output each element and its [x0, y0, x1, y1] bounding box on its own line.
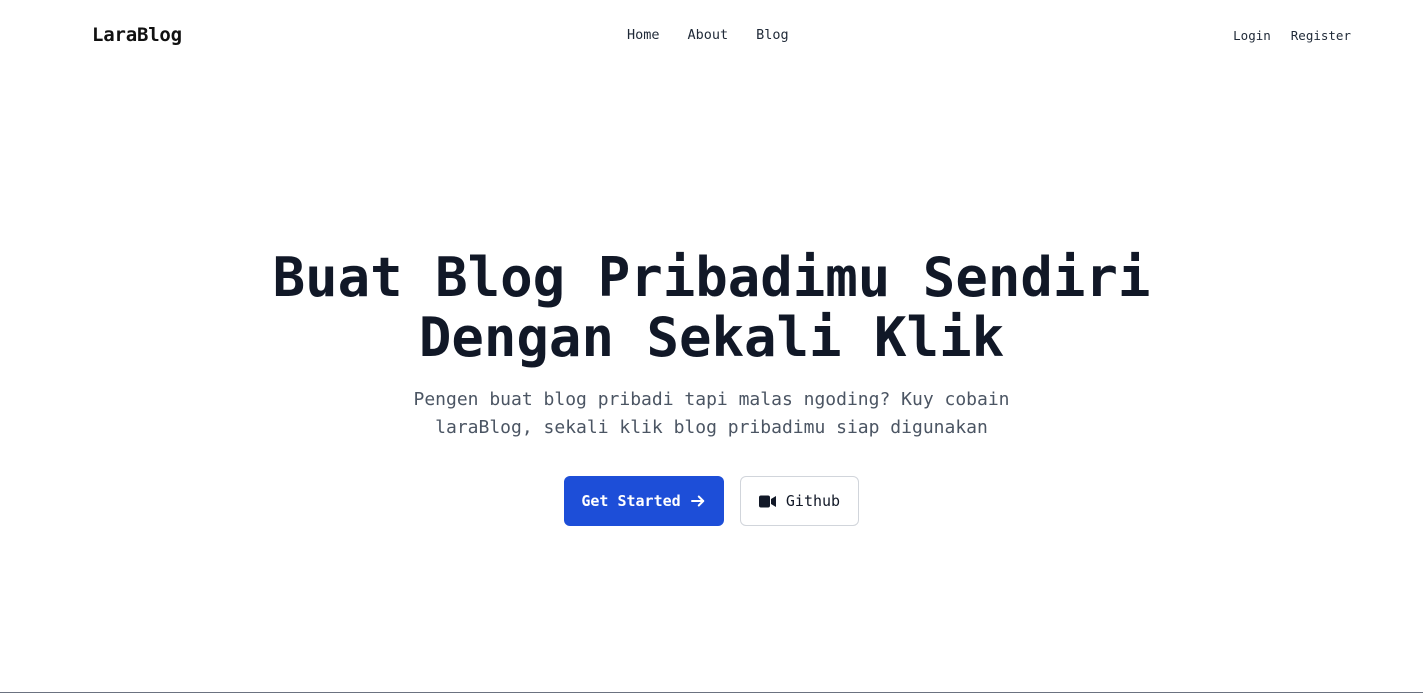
register-link[interactable]: Register — [1291, 28, 1351, 43]
hero-subtitle: Pengen buat blog pribadi tapi malas ngod… — [392, 386, 1032, 442]
video-camera-icon — [758, 495, 777, 508]
auth-nav: Login Register — [1213, 28, 1351, 43]
get-started-button[interactable]: Get Started — [564, 476, 724, 526]
get-started-label: Get Started — [581, 492, 681, 510]
main-nav: Home About Blog — [627, 27, 817, 43]
navbar: LaraBlog Home About Blog Login Register — [0, 0, 1423, 72]
hero-section: Buat Blog Pribadimu Sendiri Dengan Sekal… — [0, 248, 1423, 526]
login-link[interactable]: Login — [1233, 28, 1271, 43]
hero-title: Buat Blog Pribadimu Sendiri Dengan Sekal… — [0, 248, 1423, 368]
arrow-right-icon — [689, 492, 707, 510]
hero-subtitle-line-2: laraBlog, sekali klik blog pribadimu sia… — [435, 417, 988, 438]
github-label: Github — [785, 492, 841, 510]
nav-link-home[interactable]: Home — [627, 27, 660, 43]
brand-logo[interactable]: LaraBlog — [92, 24, 182, 46]
hero-title-line-2: Dengan Sekali Klik — [418, 306, 1005, 369]
nav-link-about[interactable]: About — [688, 27, 729, 43]
hero-subtitle-line-1: Pengen buat blog pribadi tapi malas ngod… — [413, 389, 1010, 410]
github-button[interactable]: Github — [740, 476, 859, 526]
cta-buttons: Get Started Github — [0, 476, 1423, 526]
nav-link-blog[interactable]: Blog — [756, 27, 789, 43]
hero-title-line-1: Buat Blog Pribadimu Sendiri — [272, 246, 1151, 309]
